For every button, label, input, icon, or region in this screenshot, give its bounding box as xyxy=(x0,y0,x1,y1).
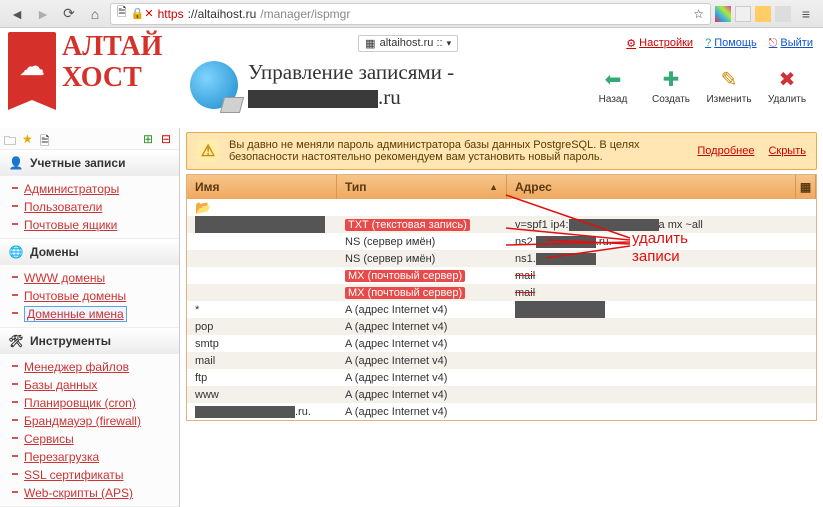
expand-all-icon[interactable]: ⊞ xyxy=(143,132,157,146)
redacted-domain xyxy=(248,90,378,108)
fwd-btn[interactable]: ► xyxy=(32,4,54,24)
sidebar-item[interactable]: Менеджер файлов xyxy=(0,358,179,376)
delete-button[interactable]: ✖Удалить xyxy=(761,66,813,105)
section-domains[interactable]: 🌐 Домены xyxy=(0,239,179,265)
back-button[interactable]: ⬅Назад xyxy=(587,66,639,105)
logout-link[interactable]: ⎋Выйти xyxy=(769,37,813,50)
back-btn[interactable]: ◄ xyxy=(6,4,28,24)
reload-btn[interactable]: ⟳ xyxy=(58,4,80,24)
table-row[interactable]: popA (адрес Internet v4) xyxy=(187,318,816,335)
table-row[interactable]: TXT (текстовая запись)v=spf1 ip4:a mx ~a… xyxy=(187,216,816,233)
logout-icon: ⎋ xyxy=(769,37,778,50)
col-name[interactable]: Имя xyxy=(187,175,337,199)
ext-icon-4[interactable] xyxy=(775,6,791,22)
table-row[interactable]: .ru.A (адрес Internet v4) xyxy=(187,403,816,420)
sidebar-item[interactable]: Почтовые домены xyxy=(0,287,179,305)
sidebar-item[interactable]: Web-скрипты (APS) xyxy=(0,484,179,502)
help-icon: ? xyxy=(705,37,711,49)
ext-icon-2[interactable] xyxy=(735,6,751,22)
collapse-all-icon[interactable]: ⊟ xyxy=(161,132,175,146)
sidebar-item[interactable]: Сервисы xyxy=(0,430,179,448)
content-area: ⚠ Вы давно не меняли пароль администрато… xyxy=(180,128,823,507)
gear-icon: ⚙ xyxy=(626,37,636,50)
settings-link[interactable]: ⚙Настройки xyxy=(626,37,693,50)
sidebar-item[interactable]: Перезагрузка xyxy=(0,448,179,466)
sidebar-item[interactable]: Пользователи xyxy=(0,198,179,216)
sidebar-item[interactable]: Почтовые ящики xyxy=(0,216,179,234)
table-row[interactable]: NS (сервер имён)ns1. xyxy=(187,250,816,267)
logo: ☁ АЛТАЙ ХОСТ xyxy=(0,28,180,128)
grid-header: Имя Тип▲ Адрес ▦ xyxy=(187,175,816,199)
sidebar: 🗀 ★ 🗎 ⊞ ⊟ 👤 Учетные записи Администратор… xyxy=(0,128,180,507)
tree-icon[interactable]: 🗀 xyxy=(4,132,18,146)
sidebar-item[interactable]: WWW домены xyxy=(0,269,179,287)
globe-icon xyxy=(190,61,238,109)
wrench-icon: 🛠 xyxy=(8,333,24,349)
sidebar-item[interactable]: Доменные имена xyxy=(0,305,179,323)
home-btn[interactable]: ⌂ xyxy=(84,4,106,24)
table-row[interactable]: wwwA (адрес Internet v4) xyxy=(187,386,816,403)
url-bar[interactable]: 🗎 🔒✕ https ://altaihost.ru/manager/ispmgr… xyxy=(110,3,711,25)
table-row[interactable]: ftpA (адрес Internet v4) xyxy=(187,369,816,386)
logo-line1: АЛТАЙ xyxy=(62,32,162,63)
host-selector[interactable]: ▦ altaihost.ru :: ▾ xyxy=(358,35,458,52)
sidebar-item[interactable]: Администраторы xyxy=(0,180,179,198)
alert-box: ⚠ Вы давно не меняли пароль администрато… xyxy=(186,132,817,170)
alert-text: Вы давно не меняли пароль администратора… xyxy=(229,139,687,163)
page-header: ☁ АЛТАЙ ХОСТ ▦ altaihost.ru :: ▾ ⚙Настро… xyxy=(0,28,823,128)
star-icon[interactable]: ★ xyxy=(22,132,36,146)
table-row[interactable]: smtpA (адрес Internet v4) xyxy=(187,335,816,352)
chevron-down-icon: ▾ xyxy=(447,38,452,49)
cloud-icon: ☁ xyxy=(19,51,45,82)
up-row[interactable]: 📂 xyxy=(187,199,816,216)
table-row[interactable]: *A (адрес Internet v4) xyxy=(187,301,816,318)
alert-hide-link[interactable]: Скрыть xyxy=(768,145,806,157)
table-row[interactable]: MX (почтовый сервер)mail xyxy=(187,267,816,284)
note-icon[interactable]: 🗎 xyxy=(40,132,54,146)
user-icon: 👤 xyxy=(8,155,24,171)
sidebar-item[interactable]: Брандмауэр (firewall) xyxy=(0,412,179,430)
logo-ribbon: ☁ xyxy=(8,32,56,100)
doc-icon: 🗎 xyxy=(117,3,127,24)
section-tools[interactable]: 🛠 Инструменты xyxy=(0,328,179,354)
col-config[interactable]: ▦ xyxy=(796,175,816,199)
sidebar-toolbar: 🗀 ★ 🗎 ⊞ ⊟ xyxy=(0,128,179,150)
up-folder-icon[interactable]: 📂 xyxy=(195,200,211,216)
logo-text: АЛТАЙ ХОСТ xyxy=(62,32,162,94)
url-path: /manager/ispmgr xyxy=(260,7,350,21)
sort-arrow-icon: ▲ xyxy=(489,182,498,192)
bookmark-star-icon[interactable]: ☆ xyxy=(693,7,704,21)
globe-small-icon: 🌐 xyxy=(8,244,24,260)
section-accounts[interactable]: 👤 Учетные записи xyxy=(0,150,179,176)
logo-line2: ХОСТ xyxy=(62,63,162,94)
menu-icon[interactable]: ≡ xyxy=(795,4,817,24)
col-addr[interactable]: Адрес xyxy=(507,175,796,199)
ext-icon-3[interactable] xyxy=(755,6,771,22)
host-label: altaihost.ru :: xyxy=(380,37,443,49)
sidebar-item[interactable]: SSL сертификаты xyxy=(0,466,179,484)
edit-button[interactable]: ✎Изменить xyxy=(703,66,755,105)
table-row[interactable]: mailA (адрес Internet v4) xyxy=(187,352,816,369)
insecure-lock-icon: 🔒✕ xyxy=(131,7,154,20)
col-type[interactable]: Тип▲ xyxy=(337,175,507,199)
sidebar-item[interactable]: Планировщик (cron) xyxy=(0,394,179,412)
warning-icon: ⚠ xyxy=(197,140,219,162)
browser-chrome: ◄ ► ⟳ ⌂ 🗎 🔒✕ https ://altaihost.ru/manage… xyxy=(0,0,823,28)
help-link[interactable]: ?Помощь xyxy=(705,37,757,50)
records-grid: Имя Тип▲ Адрес ▦ 📂 TXT (текстовая запись… xyxy=(186,174,817,421)
page-title: Управление записями - .ru xyxy=(248,60,454,110)
url-host: ://altaihost.ru xyxy=(188,7,257,21)
host-icon: ▦ xyxy=(365,37,375,50)
create-button[interactable]: ✚Создать xyxy=(645,66,697,105)
table-row[interactable]: MX (почтовый сервер)mail xyxy=(187,284,816,301)
alert-more-link[interactable]: Подробнее xyxy=(697,145,754,157)
table-row[interactable]: NS (сервер имён)ns2..ru. xyxy=(187,233,816,250)
sidebar-item[interactable]: Базы данных xyxy=(0,376,179,394)
extension-icons xyxy=(715,6,791,22)
url-proto: https xyxy=(158,7,184,21)
ext-icon-1[interactable] xyxy=(715,6,731,22)
